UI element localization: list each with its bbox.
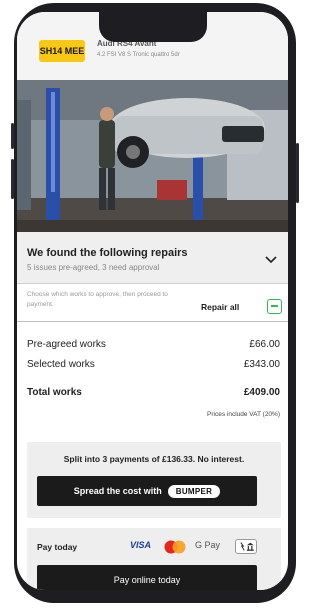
repairs-subtitle: 5 issues pre-agreed, 3 need approval bbox=[27, 263, 160, 272]
vat-note: Prices include VAT (20%) bbox=[207, 411, 280, 418]
volume-down-button bbox=[11, 159, 14, 199]
volume-up-button bbox=[11, 123, 14, 149]
mastercard-icon bbox=[164, 540, 186, 554]
app-screen: SH14 MEE Audi RS4 Avant 4.2 FSI V8 S Tro… bbox=[17, 12, 288, 590]
chevron-down-icon[interactable] bbox=[264, 252, 278, 266]
repair-all-label: Repair all bbox=[201, 302, 240, 312]
vehicle-spec: 4.2 FSI V8 S Tronic quattro 5dr bbox=[97, 52, 180, 58]
total-works-label: Total works bbox=[27, 387, 82, 398]
garage-hero-image bbox=[17, 80, 288, 232]
power-button bbox=[296, 143, 299, 203]
google-pay-icon: G Pay bbox=[195, 540, 221, 550]
bank-transfer-icon bbox=[235, 539, 257, 554]
split-payment-text: Split into 3 payments of £136.33. No int… bbox=[63, 454, 245, 464]
number-plate: SH14 MEE bbox=[39, 40, 85, 62]
pay-today-label: Pay today bbox=[37, 542, 78, 552]
split-payment-card: Split into 3 payments of £136.33. No int… bbox=[27, 442, 281, 518]
repair-all-toggle[interactable] bbox=[267, 299, 282, 314]
selected-works-value: £343.00 bbox=[243, 359, 280, 370]
visa-icon: VISA bbox=[130, 540, 152, 550]
phone-notch bbox=[99, 12, 207, 42]
pay-today-card: Pay today VISA G Pay Pay online today bbox=[27, 528, 281, 590]
pre-agreed-value: £66.00 bbox=[249, 339, 280, 350]
repairs-accordion-header[interactable]: We found the following repairs 5 issues … bbox=[17, 232, 288, 284]
pre-agreed-label: Pre-agreed works bbox=[27, 339, 106, 350]
selected-works-label: Selected works bbox=[27, 359, 95, 370]
mechanic-illustration bbox=[17, 80, 288, 232]
repair-all-row: Choose which works to approve, then proc… bbox=[17, 284, 288, 322]
repairs-title: We found the following repairs bbox=[27, 247, 188, 259]
spread-cost-label: Spread the cost with bbox=[73, 486, 162, 496]
choose-instructions: Choose which works to approve, then proc… bbox=[27, 291, 168, 308]
total-works-value: £409.00 bbox=[243, 387, 280, 398]
bumper-logo: BUMPER bbox=[167, 484, 221, 498]
pay-online-button[interactable]: Pay online today bbox=[37, 565, 257, 590]
spread-cost-button[interactable]: Spread the cost with BUMPER bbox=[37, 476, 257, 506]
